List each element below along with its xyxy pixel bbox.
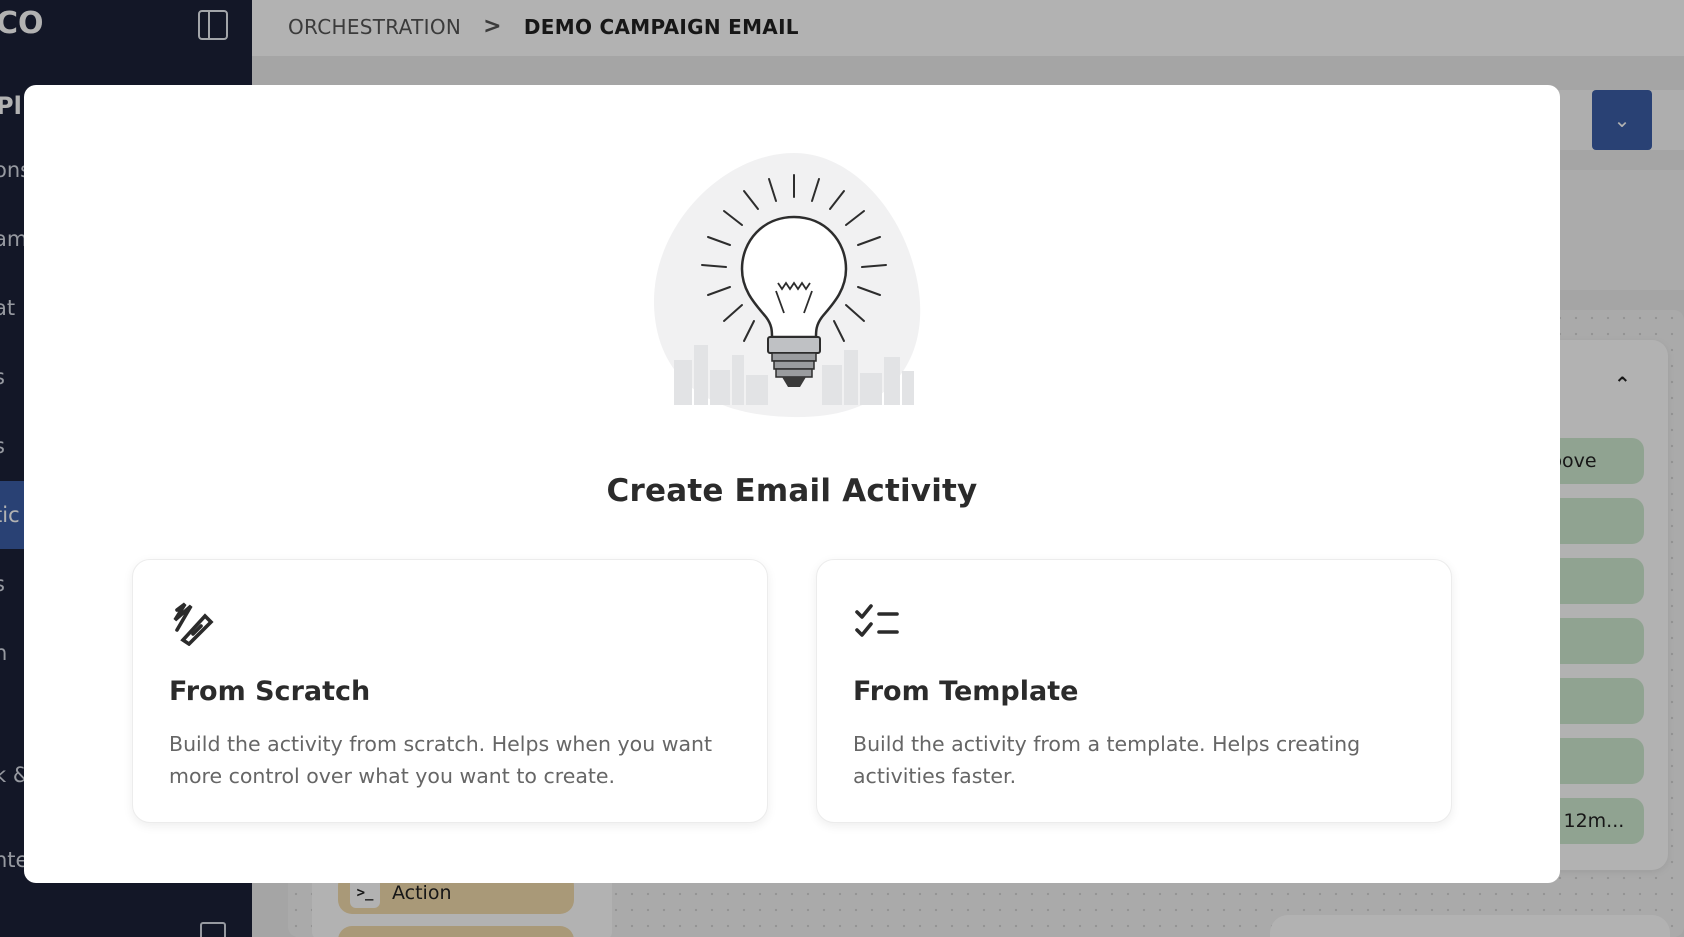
from-scratch-title: From Scratch [169,676,371,707]
from-template-description: Build the activity from a template. Help… [853,732,1361,788]
lightbulb-illustration [653,153,921,418]
from-scratch-option[interactable]: From Scratch Build the activity from scr… [132,559,768,823]
from-template-title: From Template [853,676,1079,707]
pen-scribble-icon [173,602,214,646]
checklist-icon [855,604,899,637]
create-email-activity-modal: Create Email Activity From Scratch Build… [24,85,1560,883]
modal-title: Create Email Activity [606,473,978,509]
from-scratch-description: Build the activity from scratch. Helps w… [169,732,713,788]
from-template-option[interactable]: From Template Build the activity from a … [816,559,1452,823]
